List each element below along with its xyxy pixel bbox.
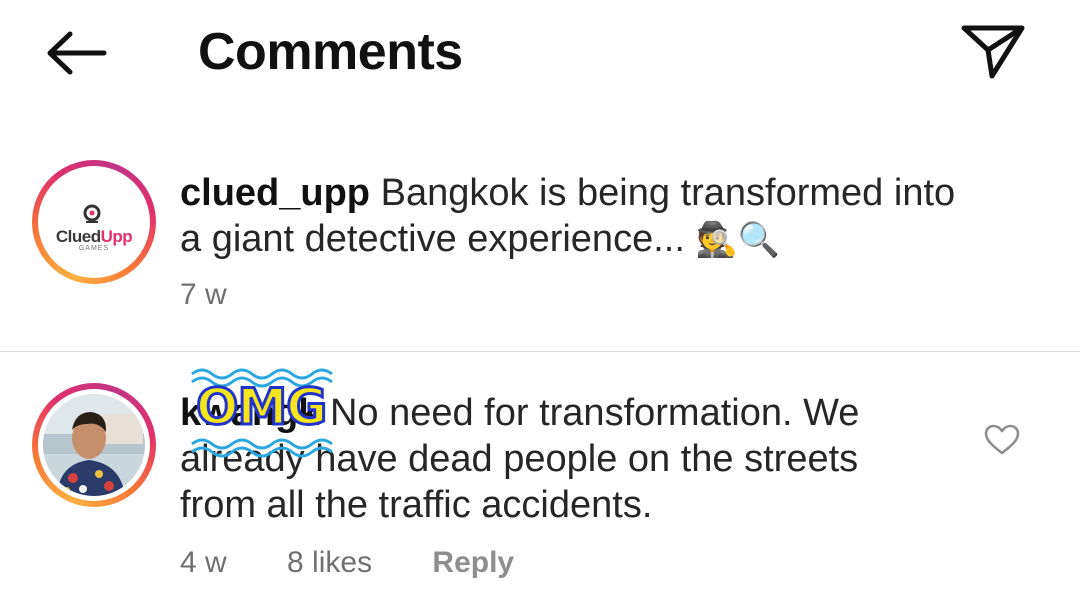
arrow-left-icon[interactable]	[42, 24, 112, 82]
detective-emoji: 🕵🔍	[695, 220, 781, 260]
top-bar: Comments	[0, 0, 1080, 110]
page-title: Comments	[198, 23, 463, 81]
comment-meta: 4 w 8 likes Reply	[180, 546, 566, 580]
user-photo	[43, 394, 145, 496]
clued-upp-logo: CluedUpp GAMES	[43, 171, 145, 273]
paper-plane-icon[interactable]	[958, 22, 1028, 82]
person-photo	[43, 394, 145, 496]
avatar[interactable]: CluedUpp GAMES	[32, 160, 156, 284]
avatar[interactable]	[32, 383, 156, 507]
sticker-text: OMG	[194, 377, 328, 438]
location-pin-icon	[83, 204, 101, 223]
heart-outline-icon[interactable]	[984, 424, 1020, 456]
comment-username[interactable]: clued_upp	[180, 172, 370, 214]
logo-text: CluedUpp	[55, 227, 133, 246]
omg-sticker: OMG	[186, 364, 348, 460]
comment-age: 4 w	[180, 546, 227, 579]
likes-count[interactable]: 8 likes	[287, 546, 372, 579]
divider	[0, 351, 1080, 352]
logo-subtext: GAMES	[78, 245, 110, 252]
comment-body: clued_upp Bangkok is being transformed i…	[180, 170, 980, 263]
reply-button[interactable]: Reply	[432, 546, 514, 579]
comment-age: 7 w	[180, 278, 227, 311]
